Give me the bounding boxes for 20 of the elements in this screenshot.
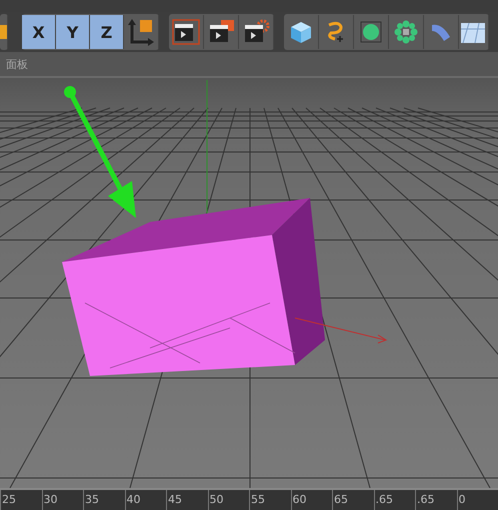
ruler-label: 60 [290, 490, 332, 510]
cube-icon [288, 19, 314, 45]
axis-lock-button[interactable]: Z [90, 15, 124, 49]
floor-button[interactable] [459, 15, 489, 49]
axis-lock-button[interactable]: X [22, 15, 56, 49]
ruler-label: 25 [0, 490, 42, 510]
ruler-label: 65 [332, 490, 374, 510]
ruler-label: 30 [42, 490, 83, 510]
cloner-icon [393, 19, 419, 45]
ruler-label: 50 [208, 490, 249, 510]
ruler-label: 45 [166, 490, 208, 510]
axis-lock-button[interactable]: Y [56, 15, 90, 49]
tool-button[interactable] [0, 15, 8, 49]
ruler-label: 35 [83, 490, 124, 510]
panel-title: 面板 [6, 56, 28, 72]
ruler-label: 55 [249, 490, 290, 510]
ruler-label: 40 [124, 490, 166, 510]
ruler-label: .65 [415, 490, 456, 510]
ruler-label: .65 [374, 490, 415, 510]
ruler-label: 0 [456, 490, 498, 510]
